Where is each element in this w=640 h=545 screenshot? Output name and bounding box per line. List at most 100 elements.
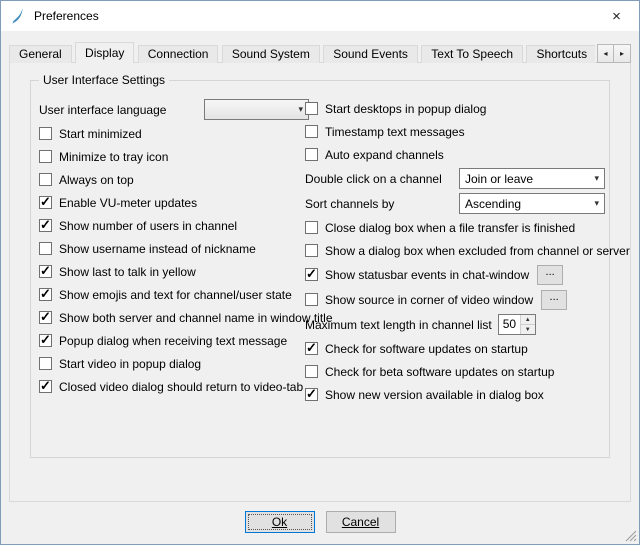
video-source-more-button[interactable]: ...	[541, 290, 567, 310]
sort-channels-row: Sort channels by Ascending ▾	[305, 191, 605, 216]
checkbox-label: Check for beta software updates on start…	[325, 365, 554, 379]
checkbox-always-on-top[interactable]: Always on top	[39, 168, 309, 191]
checkbox-box	[305, 388, 318, 401]
double-click-value: Join or leave	[465, 172, 588, 186]
checkbox-box	[305, 293, 318, 306]
checkbox-show-username-instead-of-nickname[interactable]: Show username instead of nickname	[39, 237, 309, 260]
checkbox-label: Show source in corner of video window	[325, 293, 533, 307]
checkbox-start-video-popup[interactable]: Start video in popup dialog	[39, 352, 309, 375]
checkbox-box	[305, 365, 318, 378]
checkbox-show-video-source[interactable]: Show source in corner of video window	[305, 293, 533, 307]
checkbox-label: Show last to talk in yellow	[59, 265, 196, 279]
sort-channels-value: Ascending	[465, 197, 588, 211]
checkbox-box	[305, 268, 318, 281]
max-text-length-value: 50	[499, 315, 520, 334]
spinner-buttons: ▲ ▼	[520, 315, 535, 334]
max-text-length-label: Maximum text length in channel list	[305, 318, 492, 332]
checkbox-show-statusbar-events[interactable]: Show statusbar events in chat-window	[305, 268, 529, 282]
ok-button[interactable]: Ok	[245, 511, 315, 533]
checkbox-label: Popup dialog when receiving text message	[59, 334, 287, 348]
checkbox-label: Enable VU-meter updates	[59, 196, 197, 210]
checkbox-label: Show emojis and text for channel/user st…	[59, 288, 292, 302]
video-source-row: Show source in corner of video window ..…	[305, 287, 605, 312]
checkbox-show-new-version-dialog[interactable]: Show new version available in dialog box	[305, 383, 605, 406]
cancel-label: Cancel	[342, 515, 379, 529]
checkbox-start-minimized[interactable]: Start minimized	[39, 122, 309, 145]
ok-label: Ok	[272, 515, 287, 529]
checkbox-box	[39, 357, 52, 370]
checkbox-check-beta-updates-startup[interactable]: Check for beta software updates on start…	[305, 360, 605, 383]
tab-scroll-left-button[interactable]: ◂	[597, 44, 614, 63]
close-button[interactable]: ×	[594, 1, 639, 31]
checkbox-label: Close dialog box when a file transfer is…	[325, 221, 575, 235]
tab-scroll-buttons: ◂ ▸	[597, 44, 631, 63]
preferences-window: Preferences × General Display Connection…	[0, 0, 640, 545]
max-text-length-spinner[interactable]: 50 ▲ ▼	[498, 314, 536, 335]
tab-sound-system[interactable]: Sound System	[222, 45, 320, 63]
group-content: User interface language ▾ Start minimize…	[31, 81, 609, 457]
tab-general[interactable]: General	[9, 45, 72, 63]
checkbox-box	[305, 102, 318, 115]
checkbox-show-server-and-channel-name[interactable]: Show both server and channel name in win…	[39, 306, 309, 329]
spinner-down-button[interactable]: ▼	[521, 325, 535, 334]
checkbox-box	[39, 334, 52, 347]
cancel-button[interactable]: Cancel	[326, 511, 396, 533]
checkbox-show-emojis[interactable]: Show emojis and text for channel/user st…	[39, 283, 309, 306]
checkbox-label: Closed video dialog should return to vid…	[59, 380, 303, 394]
display-tab-panel: User Interface Settings User interface l…	[9, 62, 631, 502]
double-click-row: Double click on a channel Join or leave …	[305, 166, 605, 191]
tabs-row: General Display Connection Sound System …	[9, 42, 595, 63]
statusbar-events-more-button[interactable]: ...	[537, 265, 563, 285]
checkbox-enable-vu-meter-updates[interactable]: Enable VU-meter updates	[39, 191, 309, 214]
tab-sound-events[interactable]: Sound Events	[323, 45, 418, 63]
checkbox-dialog-when-excluded[interactable]: Show a dialog box when excluded from cha…	[305, 239, 605, 262]
arrow-up-icon: ▲	[525, 317, 531, 323]
checkbox-box	[39, 196, 52, 209]
user-interface-settings-group: User Interface Settings User interface l…	[30, 80, 610, 458]
checkbox-label: Show number of users in channel	[59, 219, 237, 233]
tab-scroll-right-button[interactable]: ▸	[614, 44, 631, 63]
checkbox-label: Show username instead of nickname	[59, 242, 256, 256]
tab-shortcuts[interactable]: Shortcuts	[526, 45, 595, 63]
double-click-select[interactable]: Join or leave ▾	[459, 168, 605, 189]
checkbox-check-updates-startup[interactable]: Check for software updates on startup	[305, 337, 605, 360]
sort-channels-select[interactable]: Ascending ▾	[459, 193, 605, 214]
language-select[interactable]: ▾	[204, 99, 309, 120]
checkbox-label: Always on top	[59, 173, 134, 187]
checkbox-show-last-to-talk[interactable]: Show last to talk in yellow	[39, 260, 309, 283]
resize-grip[interactable]	[624, 529, 637, 542]
checkbox-timestamp-text-messages[interactable]: Timestamp text messages	[305, 120, 605, 143]
chevron-down-icon: ▾	[298, 104, 303, 115]
checkbox-box	[39, 311, 52, 324]
language-label: User interface language	[39, 103, 166, 117]
checkbox-start-desktops-popup[interactable]: Start desktops in popup dialog	[305, 97, 605, 120]
close-icon: ×	[612, 8, 621, 25]
tab-connection[interactable]: Connection	[138, 45, 219, 63]
checkbox-popup-dialog-text-message[interactable]: Popup dialog when receiving text message	[39, 329, 309, 352]
checkbox-minimize-to-tray[interactable]: Minimize to tray icon	[39, 145, 309, 168]
checkbox-closed-video-return-video-tab[interactable]: Closed video dialog should return to vid…	[39, 375, 309, 398]
right-column: Start desktops in popup dialog Timestamp…	[305, 97, 605, 406]
checkbox-close-dialog-file-transfer[interactable]: Close dialog box when a file transfer is…	[305, 216, 605, 239]
tab-display[interactable]: Display	[75, 42, 134, 63]
double-click-label: Double click on a channel	[305, 172, 442, 186]
arrow-down-icon: ▼	[525, 327, 531, 333]
checkbox-auto-expand-channels[interactable]: Auto expand channels	[305, 143, 605, 166]
app-icon	[10, 8, 26, 24]
window-title: Preferences	[34, 9, 99, 23]
tab-text-to-speech[interactable]: Text To Speech	[421, 45, 523, 63]
chevron-down-icon: ▾	[594, 173, 599, 184]
checkbox-box	[305, 125, 318, 138]
checkbox-label: Show a dialog box when excluded from cha…	[325, 244, 630, 258]
checkbox-label: Start desktops in popup dialog	[325, 102, 486, 116]
checkbox-box	[305, 148, 318, 161]
checkbox-box	[39, 242, 52, 255]
left-column: User interface language ▾ Start minimize…	[39, 97, 309, 398]
checkbox-show-number-of-users[interactable]: Show number of users in channel	[39, 214, 309, 237]
checkbox-label: Start video in popup dialog	[59, 357, 201, 371]
chevron-down-icon: ▾	[594, 198, 599, 209]
checkbox-box	[39, 127, 52, 140]
checkbox-box	[305, 221, 318, 234]
checkbox-label: Auto expand channels	[325, 148, 444, 162]
spinner-up-button[interactable]: ▲	[521, 315, 535, 325]
